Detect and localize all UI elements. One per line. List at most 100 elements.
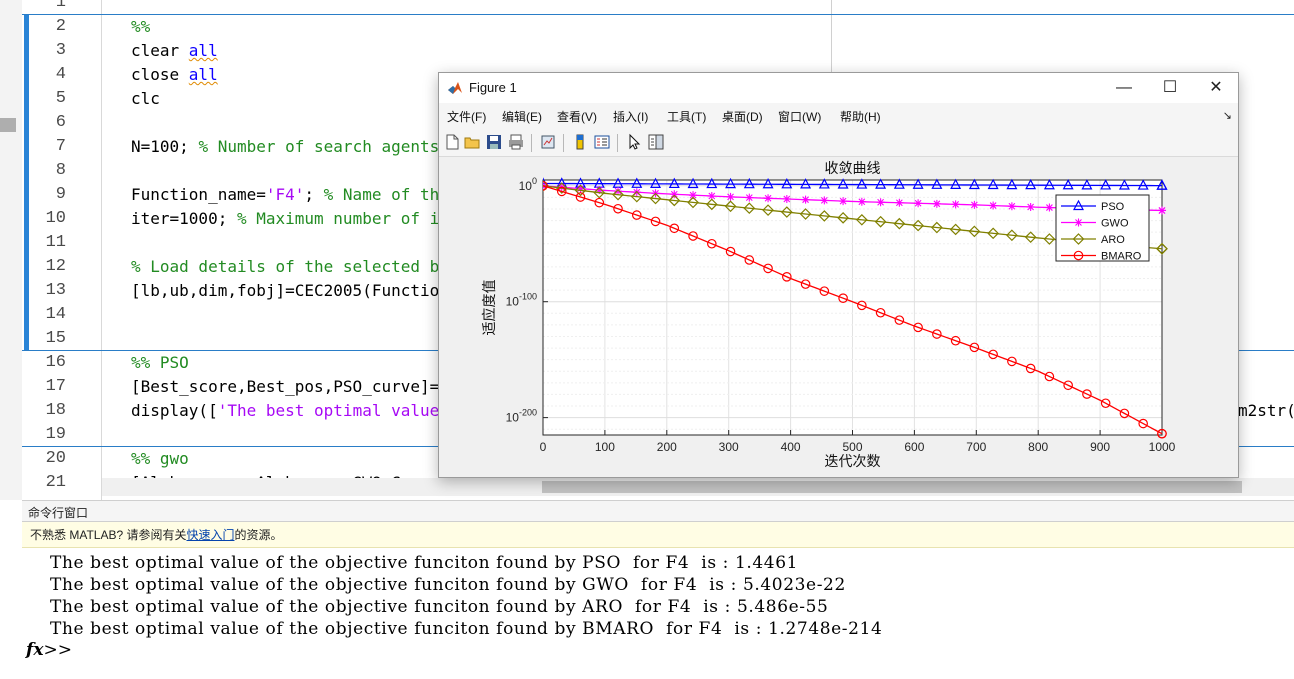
matlab-logo-icon [448,82,462,94]
marker-star [670,190,679,199]
line-number: 19 [45,425,66,444]
x-tick-label: 200 [657,440,677,454]
marker-star [801,195,810,204]
line-number: 12 [45,257,66,276]
new-figure-icon[interactable] [443,133,461,151]
code-line[interactable]: 3 clear all [0,39,1294,63]
x-tick-label: 400 [781,440,801,454]
menu-window[interactable]: 窗口(W) [778,108,821,125]
line-number: 3 [55,41,66,60]
marker-star [820,196,829,205]
marker-star [989,201,998,210]
y-tick-label: 100 [519,176,537,193]
code-text[interactable]: display(['The best optimal value [131,399,439,423]
editor-horizontal-scrollbar[interactable] [102,478,1294,496]
function-browser-icon[interactable]: fx [26,640,43,660]
marker-star [932,199,941,208]
menu-view[interactable]: 查看(V) [557,108,597,125]
x-axis-label: 迭代次数 [825,454,881,470]
line-number: 17 [45,377,66,396]
maximize-button[interactable]: ☐ [1147,73,1193,103]
line-number: 18 [45,401,66,420]
line-number: 14 [45,305,66,324]
command-window-title: 命令行窗口 [28,506,89,520]
code-line[interactable]: 1 [0,0,1294,15]
save-icon[interactable] [485,133,503,151]
code-text[interactable]: [Best_score,Best_pos,PSO_curve]=P [131,375,449,399]
command-prompt[interactable]: fx>> [26,640,72,660]
line-number: 1 [55,0,66,12]
dock-arrow-icon[interactable]: ↘ [1223,109,1232,122]
line-number: 16 [45,353,66,372]
link-plot-icon[interactable] [539,133,557,151]
code-text[interactable]: [lb,ub,dim,fobj]=CEC2005(Function [131,279,449,303]
y-axis-label: 适应度值 [481,280,498,336]
insert-colorbar-icon[interactable] [571,133,589,151]
code-text[interactable]: %% [131,15,150,39]
code-line[interactable]: 2%% [0,15,1294,39]
code-text[interactable]: clc [131,87,160,111]
figure-title: Figure 1 [469,80,517,95]
print-icon[interactable] [507,133,525,151]
code-text[interactable]: % Load details of the selected be [131,255,449,279]
menu-edit[interactable]: 编辑(E) [502,108,542,125]
x-tick-label: 800 [1028,440,1048,454]
marker-star [1007,202,1016,211]
code-text[interactable]: N=100; % Number of search agents [131,135,439,159]
command-window-body[interactable]: The best optimal value of the objective … [22,548,1294,679]
x-tick-label: 1000 [1149,440,1176,454]
marker-star [1045,203,1054,212]
code-text[interactable]: close all [131,63,218,87]
open-file-icon[interactable] [463,133,481,151]
marker-star [895,198,904,207]
convergence-chart[interactable]: 0 100 200 300 400 500 600 700 800 900 1000 100 10-10… [439,158,1238,477]
menu-desktop[interactable]: 桌面(D) [722,108,763,125]
figure-menu-bar: 文件(F) 编辑(E) 查看(V) 插入(I) 工具(T) 桌面(D) 窗口(W… [439,103,1238,129]
x-tick-label: 100 [595,440,615,454]
marker-star [764,194,773,203]
quick-start-link[interactable]: 快速入门 [186,528,234,542]
code-text[interactable]: Function_name='F4'; % Name of the [131,183,449,207]
command-window-header: 命令行窗口 [22,500,1294,522]
line-number: 21 [45,473,66,492]
code-text[interactable]: clear all [131,39,218,63]
figure-window[interactable]: Figure 1 — ☐ ✕ 文件(F) 编辑(E) 查看(V) 插入(I) 工… [438,72,1239,478]
close-button[interactable]: ✕ [1193,73,1239,103]
y-tick-label: 10-200 [506,408,537,425]
section-divider [22,14,1294,15]
y-tick-label: 10-100 [506,292,537,309]
insert-legend-icon[interactable] [593,133,611,151]
marker-star [876,198,885,207]
menu-insert[interactable]: 插入(I) [613,108,648,125]
marker-star [1158,206,1166,215]
menu-file[interactable]: 文件(F) [447,108,486,125]
scrollbar-thumb[interactable] [542,481,1242,493]
marker-star [857,197,866,206]
chart-title: 收敛曲线 [825,161,881,177]
legend-label-aro: ARO [1101,234,1125,246]
line-number: 20 [45,449,66,468]
line-number: 13 [45,281,66,300]
code-text[interactable]: iter=1000; % Maximum number of it [131,207,449,231]
x-tick-label: 700 [966,440,986,454]
code-text[interactable]: %% gwo [131,447,189,471]
marker-star [1026,202,1035,211]
legend-label-pso: PSO [1101,201,1125,213]
marker-star [782,194,791,203]
figure-title-bar[interactable]: Figure 1 — ☐ ✕ [439,73,1238,103]
menu-tools[interactable]: 工具(T) [667,108,706,125]
minimize-button[interactable]: — [1101,73,1147,103]
edit-plot-icon[interactable] [625,133,643,151]
menu-help[interactable]: 帮助(H) [840,108,881,125]
x-tick-label: 300 [719,440,739,454]
plot-area[interactable]: 0 100 200 300 400 500 600 700 800 900 1000 100 10-10… [439,158,1238,477]
line-number: 11 [45,233,66,252]
line-number: 7 [55,137,66,156]
toolbar-separator [531,134,532,152]
code-text[interactable]: %% PSO [131,351,189,375]
x-tick-label: 600 [904,440,924,454]
output-line: The best optimal value of the objective … [50,619,883,639]
property-inspector-icon[interactable] [647,133,665,151]
line-number: 5 [55,89,66,108]
line-number: 2 [55,17,66,36]
